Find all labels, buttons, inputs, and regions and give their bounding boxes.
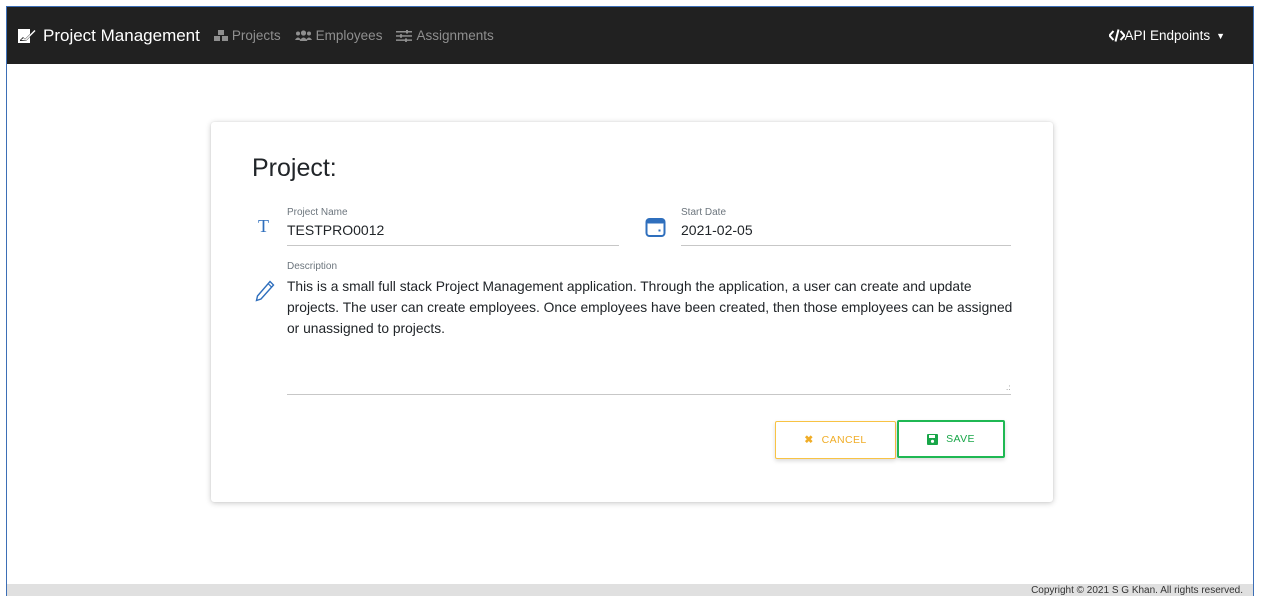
api-endpoints-label: API Endpoints — [1124, 28, 1211, 43]
calendar-icon[interactable] — [645, 216, 666, 238]
close-icon: ✖ — [804, 434, 814, 446]
api-endpoints-dropdown[interactable]: API Endpoints ▼ — [1108, 7, 1225, 64]
file-signature-icon — [18, 29, 37, 43]
cancel-button[interactable]: ✖ CANCEL — [775, 421, 896, 459]
copyright-text: Copyright © 2021 S G Khan. All rights re… — [1031, 585, 1243, 596]
save-button[interactable]: SAVE — [897, 420, 1005, 458]
cubes-icon — [213, 29, 228, 41]
start-date-underline — [681, 245, 1011, 246]
app-frame: Project Management Projects Employees As… — [6, 6, 1254, 596]
project-name-input[interactable]: TESTPRO0012 — [287, 222, 384, 238]
project-form-card: Project: T Project Name TESTPRO0012 Star… — [211, 122, 1053, 502]
nav-link-employees-label: Employees — [315, 28, 383, 43]
brand-label: Project Management — [43, 25, 200, 45]
nav-link-employees[interactable]: Employees — [294, 28, 383, 43]
description-textarea[interactable]: This is a small full stack Project Manag… — [287, 276, 1022, 339]
nav-link-assignments[interactable]: Assignments — [396, 28, 494, 43]
start-date-input[interactable]: 2021-02-05 — [681, 222, 753, 238]
sliders-icon — [396, 29, 413, 42]
users-icon — [294, 29, 312, 41]
floppy-disk-icon — [927, 433, 939, 445]
cancel-button-label: CANCEL — [821, 434, 867, 446]
nav-link-projects[interactable]: Projects — [213, 28, 281, 43]
page-title: Project: — [252, 154, 337, 182]
project-name-label: Project Name — [287, 207, 348, 218]
brand[interactable]: Project Management — [17, 26, 200, 46]
svg-text:T: T — [258, 218, 269, 234]
footer: Copyright © 2021 S G Khan. All rights re… — [7, 584, 1253, 596]
description-label: Description — [287, 261, 338, 272]
caret-down-icon: ▼ — [1216, 30, 1225, 41]
nav-link-projects-label: Projects — [231, 28, 281, 43]
start-date-label: Start Date — [681, 207, 727, 218]
navbar: Project Management Projects Employees As… — [7, 7, 1253, 64]
nav-link-assignments-label: Assignments — [416, 28, 494, 43]
pencil-icon — [255, 280, 275, 302]
resize-handle-icon[interactable]: .: — [1006, 383, 1010, 392]
code-icon — [1108, 29, 1125, 42]
description-underline — [287, 394, 1011, 395]
save-button-label: SAVE — [946, 433, 975, 445]
text-icon: T — [258, 218, 269, 234]
project-name-underline — [287, 245, 619, 246]
